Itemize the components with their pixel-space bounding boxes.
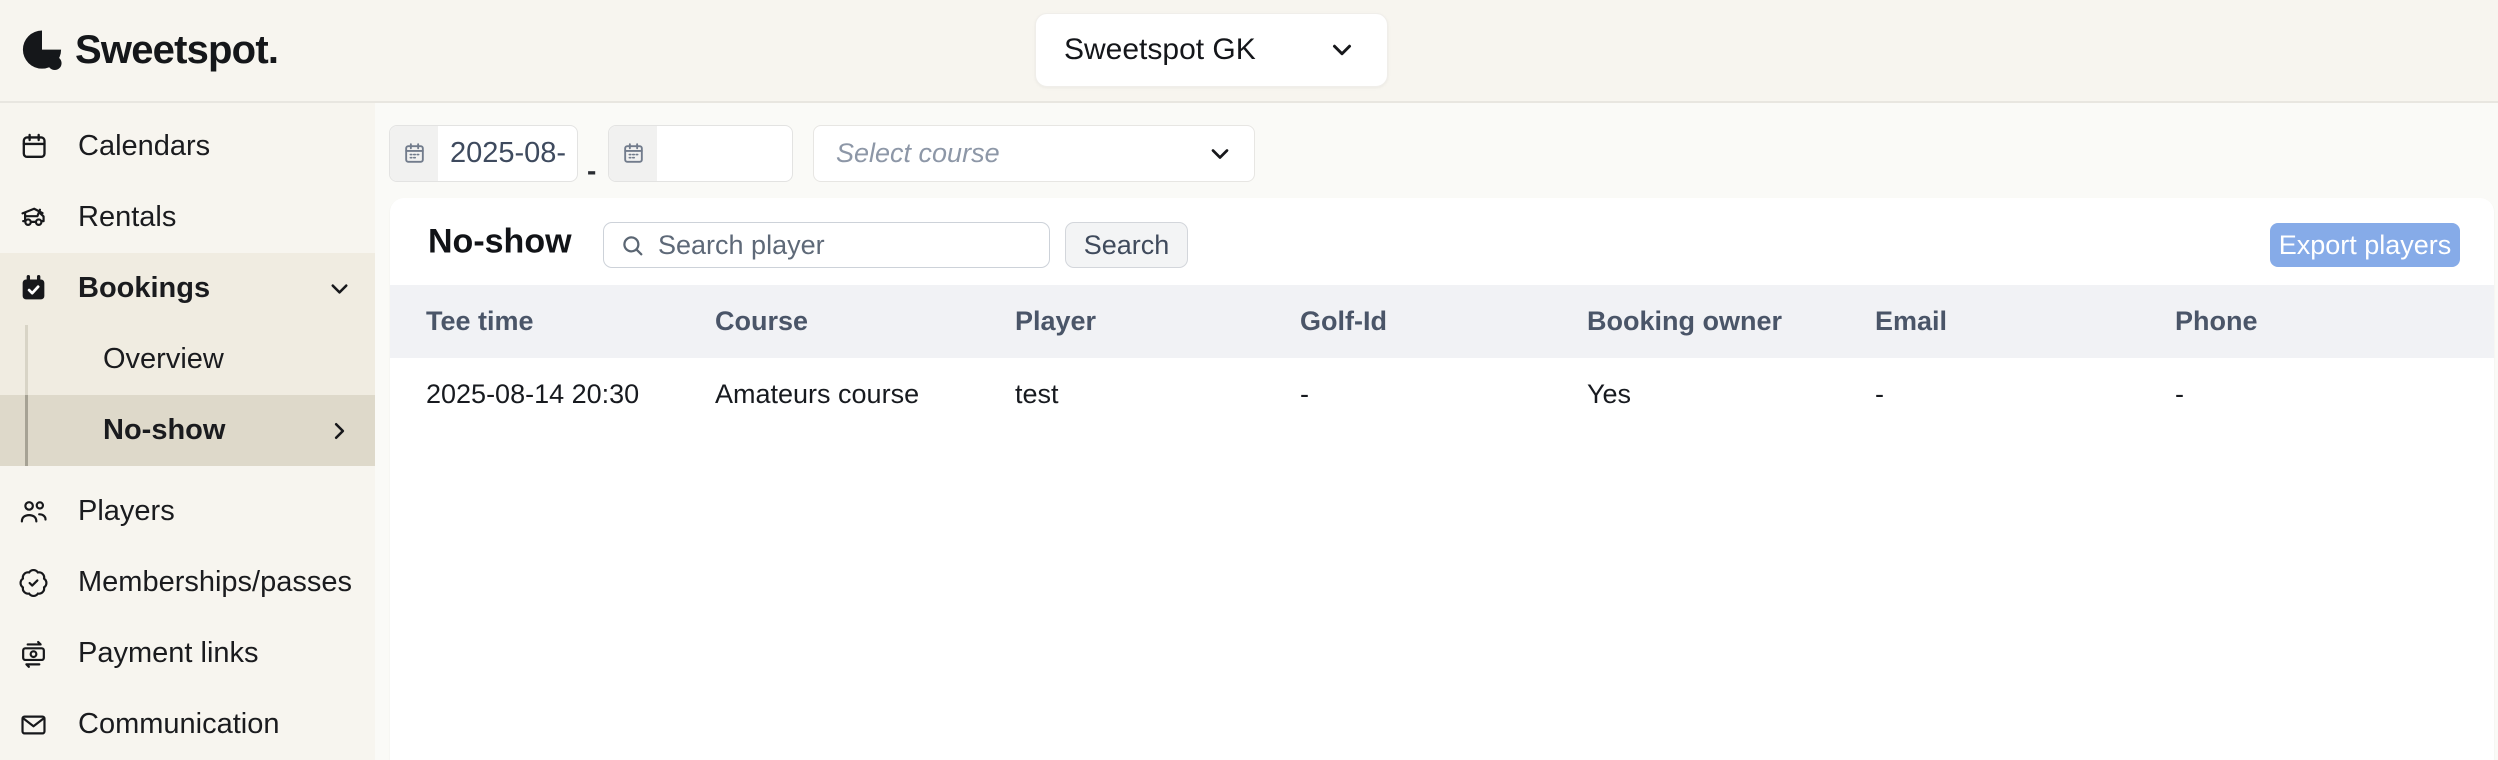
- top-bar-actions: ?: [2078, 0, 2498, 103]
- date-to-input[interactable]: [657, 126, 792, 181]
- sidebar-subitem-label: No-show: [103, 414, 225, 447]
- search-button[interactable]: Search: [1065, 222, 1188, 268]
- cell-tee-time: 2025-08-14 20:30: [426, 379, 715, 410]
- date-from-field[interactable]: [389, 125, 578, 182]
- sidebar-item-bookings[interactable]: Bookings: [0, 253, 375, 324]
- envelope-icon: [18, 709, 49, 741]
- cell-phone: -: [2175, 379, 2494, 410]
- cell-booking-owner: Yes: [1587, 379, 1875, 410]
- search-icon: [619, 232, 646, 259]
- cell-golf-id: -: [1300, 379, 1587, 410]
- top-bar: Sweetspot. Sweetspot GK: [0, 0, 2498, 103]
- sweetspot-logo-icon: [22, 27, 62, 74]
- page-title: No-show: [428, 222, 572, 261]
- banknote-arrows-icon: [18, 637, 49, 670]
- sidebar-item-label: Calendars: [78, 130, 210, 163]
- calendar-check-filled-icon: [18, 273, 49, 304]
- club-selector-value: Sweetspot GK: [1036, 33, 1327, 67]
- column-header-booking-owner: Booking owner: [1587, 306, 1875, 337]
- table-row[interactable]: 2025-08-14 20:30 Amateurs course test - …: [390, 358, 2494, 431]
- sidebar-item-label: Players: [78, 495, 175, 528]
- calendar-icon: [18, 131, 49, 162]
- calendar-small-icon: [609, 126, 657, 181]
- sidebar-item-label: Rentals: [78, 201, 176, 234]
- submenu-active-indicator: [25, 395, 28, 466]
- app-root: Sweetspot. Sweetspot GK: [0, 0, 2498, 760]
- no-show-panel: No-show Search Export players Tee time C…: [390, 198, 2494, 760]
- sidebar-subitem-overview[interactable]: Overview: [0, 324, 375, 395]
- date-to-field[interactable]: [608, 125, 793, 182]
- chevron-right-icon: [326, 417, 353, 444]
- sidebar-item-payment-links[interactable]: Payment links: [0, 618, 375, 689]
- column-header-course: Course: [715, 306, 1015, 337]
- sidebar-item-rentals[interactable]: Rentals: [0, 182, 375, 253]
- sidebar-item-label: Memberships/passes: [78, 566, 352, 599]
- player-search-field[interactable]: [603, 222, 1050, 268]
- users-icon: [18, 495, 49, 529]
- sidebar-item-communication[interactable]: Communication: [0, 689, 375, 760]
- cell-course: Amateurs course: [715, 379, 1015, 410]
- club-selector-dropdown[interactable]: Sweetspot GK: [1035, 13, 1388, 87]
- date-from-input[interactable]: [438, 126, 577, 181]
- date-range-separator: -: [587, 155, 596, 187]
- column-header-golf-id: Golf-Id: [1300, 306, 1587, 337]
- sidebar-subitem-label: Overview: [103, 343, 224, 376]
- brand-name: Sweetspot.: [75, 28, 278, 73]
- badge-check-icon: [18, 567, 49, 599]
- table-header-row: Tee time Course Player Golf-Id Booking o…: [390, 285, 2494, 358]
- course-select-dropdown[interactable]: Select course: [813, 125, 1255, 182]
- panel-toolbar: No-show Search Export players: [390, 198, 2494, 285]
- golf-cart-icon: [18, 201, 49, 234]
- sidebar-item-players[interactable]: Players: [0, 476, 375, 547]
- export-players-button[interactable]: Export players: [2270, 223, 2460, 267]
- chevron-down-icon: [1206, 140, 1234, 168]
- sweetspot-logo[interactable]: Sweetspot.: [22, 0, 278, 101]
- sidebar-item-label: Bookings: [78, 272, 210, 305]
- sidebar: Calendars Rentals: [0, 103, 375, 760]
- sidebar-bookings-section: Bookings Overview No-show: [0, 253, 375, 466]
- column-header-phone: Phone: [2175, 306, 2494, 337]
- player-search-input[interactable]: [646, 223, 1049, 267]
- course-select-placeholder: Select course: [814, 138, 1206, 169]
- column-header-tee-time: Tee time: [426, 306, 715, 337]
- sidebar-subitem-no-show[interactable]: No-show: [0, 395, 375, 466]
- chevron-down-icon: [326, 275, 353, 302]
- calendar-small-icon: [390, 126, 438, 181]
- sidebar-item-calendars[interactable]: Calendars: [0, 111, 375, 182]
- chevron-down-icon: [1327, 35, 1357, 65]
- column-header-email: Email: [1875, 306, 2175, 337]
- main-content: - Select course No-: [375, 103, 2498, 760]
- sidebar-item-label: Communication: [78, 708, 279, 741]
- sidebar-item-memberships[interactable]: Memberships/passes: [0, 547, 375, 618]
- sidebar-item-label: Payment links: [78, 637, 259, 670]
- filter-bar: - Select course: [375, 125, 2498, 182]
- cell-email: -: [1875, 379, 2175, 410]
- cell-player: test: [1015, 379, 1300, 410]
- column-header-player: Player: [1015, 306, 1300, 337]
- submenu-guide-line: [25, 325, 28, 395]
